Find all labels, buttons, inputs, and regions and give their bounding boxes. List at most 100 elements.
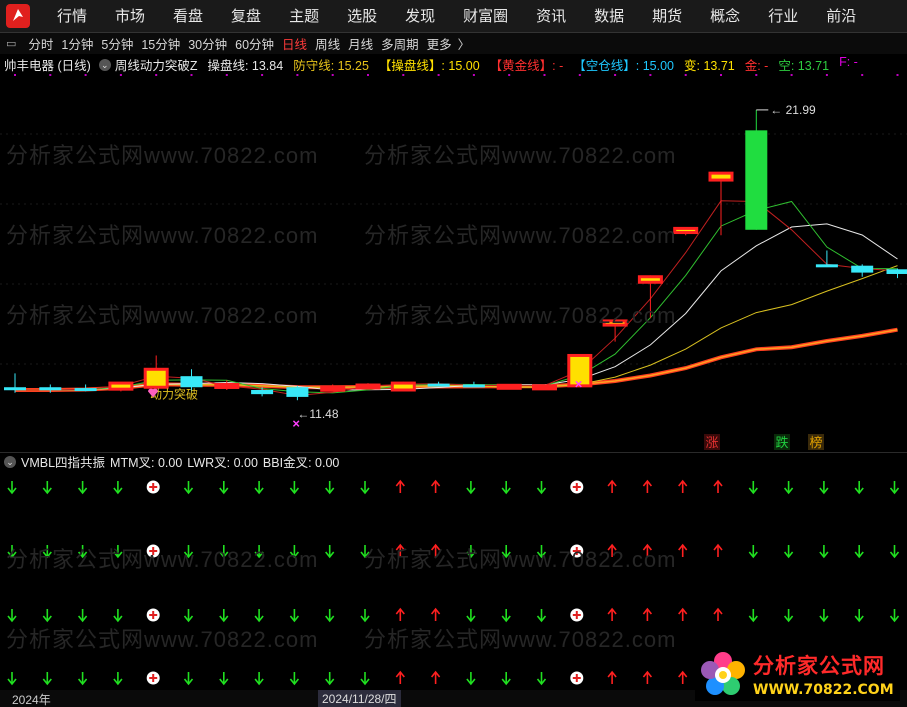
indicator-dropdown-icon[interactable]: ⌄ <box>4 455 16 468</box>
menu-item[interactable]: 市场 <box>101 0 159 33</box>
top-tick <box>367 74 369 76</box>
signal-x-marker: × <box>292 416 300 431</box>
ma-line-white <box>15 223 898 391</box>
candle-body <box>320 385 346 392</box>
menu-item[interactable]: 财富圈 <box>449 0 522 33</box>
menu-item[interactable]: 主题 <box>275 0 333 33</box>
formula-value: 变: 13.71 <box>684 59 735 73</box>
top-tick <box>861 74 864 76</box>
formula-value: 操盘线: 13.84 <box>207 59 284 73</box>
top-tick <box>84 74 87 76</box>
candle-body <box>815 264 838 268</box>
top-tick <box>896 74 899 76</box>
top-tick <box>402 74 405 76</box>
menu-item[interactable]: 期货 <box>638 0 696 33</box>
candle-body <box>708 171 734 182</box>
indicator-header: ⌄ VMBL四指共振 MTM叉: 0.00 LWR叉: 0.00 BBI金叉: … <box>0 452 907 470</box>
formula-value: 防守线: 15.25 <box>293 59 369 73</box>
marker-badge: 跌 <box>775 435 788 451</box>
period-tab[interactable]: 15分钟 <box>137 34 184 53</box>
menu-item[interactable]: 资讯 <box>522 0 580 33</box>
main-menu: 行情 市场 看盘 复盘 主题 选股 发现 财富圈 资讯 数据 期货 概念 行业 前沿 <box>43 0 870 33</box>
period-tab[interactable]: 周线 <box>311 34 344 53</box>
period-tab[interactable]: 1分钟 <box>57 34 97 53</box>
ma-line-red <box>15 200 898 397</box>
menu-item[interactable]: 行业 <box>754 0 812 33</box>
collapse-toggle-icon[interactable]: ▭ <box>6 37 16 50</box>
candle-body <box>496 383 522 390</box>
low-label: ←11.48 <box>297 407 338 421</box>
stock-title[interactable]: 帅丰电器 (日线) <box>4 55 91 74</box>
top-tick <box>437 74 440 76</box>
formula-value: 【黄金线】: - <box>489 59 564 73</box>
menu-item[interactable]: 选股 <box>333 0 391 33</box>
top-tick <box>508 74 511 76</box>
period-tab[interactable]: 分时 <box>24 34 57 53</box>
menu-item[interactable]: 发现 <box>391 0 449 33</box>
menu-item[interactable]: 前沿 <box>812 0 870 33</box>
top-tick <box>720 74 722 76</box>
menu-item[interactable]: 行情 <box>43 0 101 33</box>
period-tab[interactable]: 30分钟 <box>184 34 231 53</box>
period-bar: ▭ 分时 1分钟 5分钟 15分钟 30分钟 60分钟 日线 周线 月线 多周期 更多 〉 <box>0 33 907 54</box>
date-left-label: 2024年 <box>12 693 51 707</box>
menu-item[interactable]: 数据 <box>580 0 638 33</box>
signal-text: 动力突破 <box>150 386 198 401</box>
formula-value: 空: 13.71 <box>778 59 830 73</box>
high-label: ← 21.99 <box>770 103 816 117</box>
candle-body <box>108 381 134 391</box>
signal-x-marker: × <box>575 377 583 392</box>
main-kline-chart[interactable]: ← 21.99←11.48××动力突破涨跌榜 <box>0 74 907 452</box>
top-tick <box>472 74 475 76</box>
top-tick <box>296 74 299 76</box>
menu-item[interactable]: 复盘 <box>217 0 275 33</box>
candle-body <box>143 367 169 389</box>
indicator-name[interactable]: VMBL四指共振 <box>21 452 105 471</box>
menu-item[interactable]: 概念 <box>696 0 754 33</box>
period-tab[interactable]: 月线 <box>344 34 377 53</box>
top-tick <box>825 74 828 76</box>
candle-body <box>745 130 768 230</box>
candle-body <box>637 275 663 284</box>
logo-url: WWW.70822.COM <box>753 681 894 698</box>
top-tick <box>49 74 52 76</box>
formula-dropdown-icon[interactable]: ⌄ <box>98 58 111 71</box>
formula-value: F: - <box>839 55 858 69</box>
period-tab[interactable]: 60分钟 <box>231 34 278 53</box>
formula-value: 【空仓线】: 15.00 <box>573 59 674 73</box>
top-tick <box>119 74 122 76</box>
candle-body <box>427 383 450 387</box>
candle-body <box>851 265 874 273</box>
indicator-mtm: MTM叉: 0.00 <box>110 456 183 470</box>
formula-name[interactable]: 周线动力突破Z <box>115 55 198 74</box>
indicator-info-bar: 帅丰电器 (日线) ⌄ 周线动力突破Z 操盘线: 13.84 防守线: 15.25… <box>0 55 907 74</box>
candle-body <box>251 389 274 395</box>
date-cursor-label: 2024/11/28/四 <box>318 690 401 707</box>
watermark-logo: 分析家公式网 WWW.70822.COM <box>695 646 900 701</box>
period-tab[interactable]: 5分钟 <box>97 34 137 53</box>
top-tick <box>614 74 617 76</box>
period-list: 分时 1分钟 5分钟 15分钟 30分钟 60分钟 日线 周线 月线 多周期 更多 <box>24 34 455 53</box>
chevron-right-icon[interactable]: 〉 <box>458 34 471 53</box>
candle-body <box>180 376 203 388</box>
top-tick <box>155 74 158 76</box>
formula-value: 【操盘线】: 15.00 <box>378 59 480 73</box>
top-tick <box>649 74 652 76</box>
candle-body <box>39 387 62 391</box>
top-tick <box>225 74 228 76</box>
indicator-lwr: LWR叉: 0.00 <box>187 456 258 470</box>
candle-body <box>355 383 381 390</box>
top-tick <box>543 74 546 76</box>
indicator-bbi: BBI金叉: 0.00 <box>262 456 340 470</box>
period-tab[interactable]: 日线 <box>278 34 311 53</box>
app-logo-icon[interactable] <box>3 1 33 31</box>
formula-value: 金: - <box>744 59 769 73</box>
period-tab[interactable]: 更多 <box>423 34 456 53</box>
candle-body <box>532 384 557 391</box>
top-tick <box>578 74 581 76</box>
top-menu-bar: 行情 市场 看盘 复盘 主题 选股 发现 财富圈 资讯 数据 期货 概念 行业 前沿 <box>0 0 907 33</box>
candle-body <box>74 388 97 392</box>
top-tick <box>331 74 334 76</box>
menu-item[interactable]: 看盘 <box>159 0 217 33</box>
period-tab[interactable]: 多周期 <box>377 34 423 53</box>
